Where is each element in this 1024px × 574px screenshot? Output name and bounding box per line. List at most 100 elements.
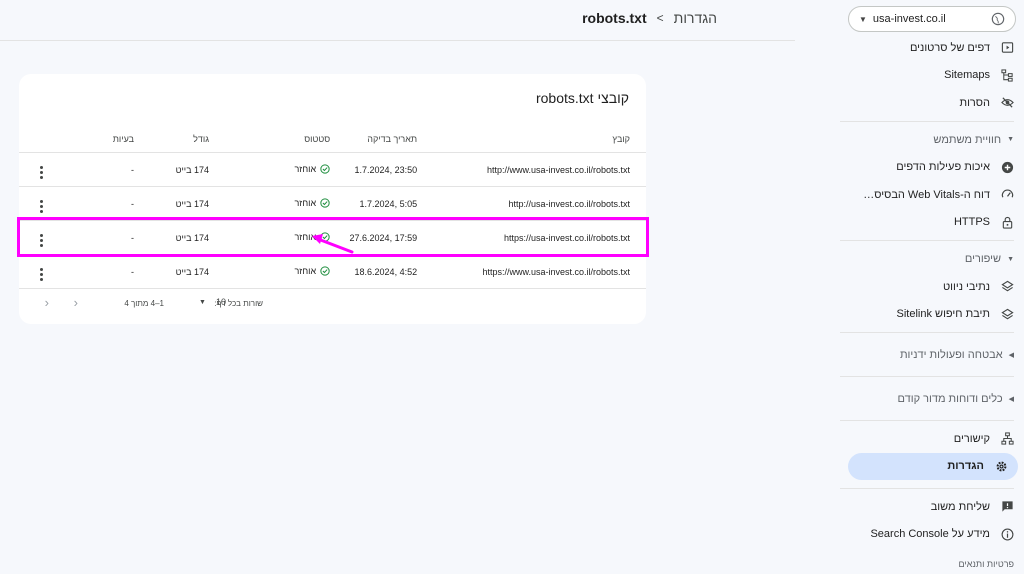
column-header-issues[interactable]: בעיות [64,126,139,153]
column-header-file[interactable]: קובץ [421,126,646,153]
column-header-status[interactable]: סטטוס [213,126,335,153]
sidebar-item-label: נתיבי ניווט [942,280,990,293]
row-menu-cell [19,152,65,187]
divider [840,240,1014,241]
chevron-left-icon: ◀ [1008,395,1014,403]
file-url: http://www.usa-invest.co.il/robots.txt [421,152,646,187]
status-text: אוחזר [294,265,317,276]
section-enhancements[interactable]: ▼ שיפורים [840,245,1024,273]
column-header-checked[interactable]: תאריך בדיקה [334,126,422,153]
divider [840,120,1014,122]
section-legacy-tools[interactable]: ◀ כלים ודוחות מדור קודם [840,381,1024,416]
gear-icon [994,459,1008,473]
links-icon [1000,432,1014,446]
column-header-menu [19,126,65,153]
check-circle-icon [320,265,330,276]
sidebar-item-video-pages[interactable]: דפים של סרטונים [846,34,1024,62]
sidebar-item-sitelinks-searchbox[interactable]: תיבת חיפוש Sitelink [846,301,1024,329]
status-text: אוחזר [294,197,317,208]
chevron-down-icon: ▼ [1007,255,1014,263]
sidebar-item-links[interactable]: קישורים [846,425,1024,453]
divider [840,332,1014,333]
sidebar-item-page-experience[interactable]: איכות פעילות הדפים [846,154,1024,182]
sidebar-item-label: דוח ה-Web Vitals הבסיס… [863,188,990,201]
sidebar-item-label: שליחת משוב [930,500,990,513]
sidebar-item-label: Sitemaps [944,69,990,82]
sidebar-item-label: תיבת חיפוש Sitelink [896,308,990,321]
sidebar-item-https[interactable]: HTTPS [846,209,1024,237]
table-header-row: קובץ תאריך בדיקה סטטוס גודל בעיות [19,126,646,153]
check-circle-icon [320,163,330,174]
table-row[interactable]: https://www.usa-invest.co.il/robots.txt … [19,254,646,289]
sidebar-item-label: דפים של סרטונים [909,41,990,54]
more-vert-icon[interactable] [40,165,43,179]
last-page-icon[interactable]: ‹ [45,295,49,310]
sidebar-item-label: הגדרות [947,460,984,473]
page-range: 1–4 מתוך 4 [124,299,164,308]
sidebar-item-core-web-vitals[interactable]: דוח ה-Web Vitals הבסיס… [846,181,1024,209]
file-url: http://usa-invest.co.il/robots.txt [421,186,646,221]
breadcrumb: הגדרות > robots.txt [582,10,717,26]
sidebar: usa-invest.co.il ▼ דפים של סרטונים Sitem… [840,0,1024,569]
divider [840,488,1014,489]
rows-per-page-value: 10 [215,297,226,307]
sidebar-item-removals[interactable]: הסרות [846,89,1024,117]
robots-files-table: קובץ תאריך בדיקה סטטוס גודל בעיות http:/… [19,126,646,289]
section-user-experience[interactable]: ▼ חוויית משתמש [840,126,1024,154]
status-cell: אוחזר [213,186,335,221]
layers-icon [1000,280,1014,294]
table-row[interactable]: http://usa-invest.co.il/robots.txt 5:05 … [19,186,646,221]
card-title: קובצי robots.txt [535,90,629,106]
sidebar-footer-label: פרטיות ותנאים [958,559,1014,569]
column-header-size[interactable]: גודל [138,126,214,153]
check-date: 23:50 ,1.7.2024 [334,152,422,187]
sidebar-item-feedback[interactable]: שליחת משוב [846,493,1024,521]
plus-circle-icon [1000,160,1014,174]
more-vert-icon[interactable] [40,267,43,281]
breadcrumb-settings-link[interactable]: הגדרות [674,10,717,26]
file-size: 174 בייט [138,254,214,289]
row-menu-cell [19,254,65,289]
feedback-icon [1000,500,1014,514]
sitemap-icon [1000,68,1014,82]
section-label: שיפורים [964,253,1002,265]
table-row[interactable]: http://www.usa-invest.co.il/robots.txt 2… [19,152,646,187]
sidebar-item-settings[interactable]: הגדרות [848,452,1018,480]
status-badge: אוחזר [294,266,330,276]
issues-value: - [64,254,139,289]
sidebar-footer-cutoff[interactable]: פרטיות ותנאים [840,554,1024,574]
status-badge: אוחזר [294,164,330,174]
sidebar-item-about[interactable]: מידע על Search Console [846,521,1024,549]
check-date: 4:52 ,18.6.2024 [334,254,422,289]
property-selector[interactable]: usa-invest.co.il ▼ [848,6,1016,32]
section-security[interactable]: ◀ אבטחה ופעולות ידניות [840,337,1024,372]
divider [840,376,1014,377]
sidebar-item-label: קישורים [953,432,990,445]
robots-files-card: קובצי robots.txt קובץ תאריך בדיקה סטטוס … [19,74,646,324]
row-menu-cell [19,186,65,221]
next-page-icon[interactable]: ‹ [74,295,78,310]
sidebar-item-sitemaps[interactable]: Sitemaps [846,62,1024,90]
rows-per-page-select[interactable]: ▼ 10 [199,297,226,307]
section-label: אבטחה ופעולות ידניות [899,348,1003,361]
info-icon [1000,527,1014,541]
issues-value: - [64,186,139,221]
check-circle-icon [320,197,330,208]
chevron-left-icon: ◀ [1008,351,1014,359]
chevron-left-icon: > [656,11,664,25]
sidebar-item-label: מידע על Search Console [870,528,990,541]
eye-off-icon [1000,96,1014,110]
globe-icon [991,12,1005,26]
status-text: אוחזר [294,163,317,174]
property-label: usa-invest.co.il [872,13,946,25]
issues-value: - [64,152,139,187]
check-date: 5:05 ,1.7.2024 [334,186,422,221]
sidebar-item-label: הסרות [959,96,990,109]
section-label: חוויית משתמש [933,133,1002,146]
more-vert-icon[interactable] [40,199,43,213]
lock-icon [1000,215,1014,229]
status-badge: אוחזר [294,198,330,208]
page-title: robots.txt [582,10,647,26]
top-bar: הגדרות > robots.txt [0,0,795,41]
sidebar-item-breadcrumbs[interactable]: נתיבי ניווט [846,273,1024,301]
